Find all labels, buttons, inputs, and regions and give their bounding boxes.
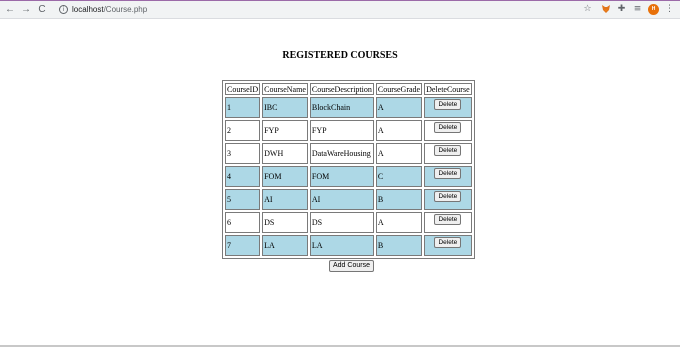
course-description-cell: DataWareHousing (309, 143, 374, 164)
browser-toolbar: ← → C i localhost/Course.php ☆ ✚ ≡ H ⋮ (0, 1, 680, 19)
course-description-cell: FOM (309, 166, 374, 187)
course-name-cell: DS (262, 212, 308, 233)
course-id-cell: 3 (225, 143, 261, 164)
page-title: REGISTERED COURSES (282, 50, 398, 61)
url-host: localhost (72, 5, 104, 14)
course-id-cell: 6 (225, 212, 261, 233)
reload-icon[interactable]: C (36, 3, 48, 16)
delete-cell: Delete (424, 212, 472, 233)
kebab-menu-icon[interactable]: ⋮ (664, 4, 675, 15)
course-grade-cell: A (375, 143, 423, 164)
course-name-cell: IBC (262, 97, 308, 118)
url-text: localhost/Course.php (72, 3, 147, 16)
column-header-course-grade: CourseGrade (375, 83, 423, 95)
table-header-row: CourseID CourseName CourseDescription Co… (225, 83, 472, 95)
profile-avatar[interactable]: H (648, 4, 659, 15)
column-header-course-description: CourseDescription (309, 83, 374, 95)
delete-cell: Delete (424, 143, 472, 164)
course-description-cell: BlockChain (309, 97, 374, 118)
bookmark-star-icon[interactable]: ☆ (582, 4, 593, 15)
course-grade-cell: A (375, 97, 423, 118)
table-row: 6 DS DS A Delete (225, 212, 472, 233)
delete-cell: Delete (424, 120, 472, 141)
course-grade-cell: A (375, 212, 423, 233)
course-grade-cell: C (375, 166, 423, 187)
course-description-cell: AI (309, 189, 374, 210)
delete-button[interactable]: Delete (434, 191, 462, 202)
course-name-cell: AI (262, 189, 308, 210)
back-arrow-icon[interactable]: ← (4, 3, 16, 16)
column-header-course-name: CourseName (262, 83, 308, 95)
delete-button[interactable]: Delete (434, 168, 462, 179)
url-path: /Course.php (103, 5, 148, 14)
table-row: 3 DWH DataWareHousing A Delete (225, 143, 472, 164)
column-header-delete-course: DeleteCourse (424, 83, 472, 95)
course-description-cell: DS (309, 212, 374, 233)
table-row: 4 FOM FOM C Delete (225, 166, 472, 187)
delete-button[interactable]: Delete (434, 99, 462, 110)
course-description-cell: FYP (309, 120, 374, 141)
course-description-cell: LA (309, 235, 374, 256)
delete-button[interactable]: Delete (434, 145, 462, 156)
course-grade-cell: A (375, 120, 423, 141)
course-name-cell: LA (262, 235, 308, 256)
delete-cell: Delete (424, 235, 472, 256)
delete-button[interactable]: Delete (434, 214, 462, 225)
course-id-cell: 1 (225, 97, 261, 118)
table-row: 1 IBC BlockChain A Delete (225, 97, 472, 118)
delete-button[interactable]: Delete (434, 237, 462, 248)
media-playlist-icon[interactable]: ≡ (632, 4, 643, 15)
forward-arrow-icon[interactable]: → (20, 3, 32, 16)
course-grade-cell: B (375, 235, 423, 256)
add-course-button[interactable]: Add Course (329, 260, 374, 272)
delete-cell: Delete (424, 189, 472, 210)
delete-cell: Delete (424, 97, 472, 118)
table-row: 5 AI AI B Delete (225, 189, 472, 210)
course-id-cell: 4 (225, 166, 261, 187)
table-row: 7 LA LA B Delete (225, 235, 472, 256)
course-id-cell: 2 (225, 120, 261, 141)
course-name-cell: DWH (262, 143, 308, 164)
course-name-cell: FYP (262, 120, 308, 141)
courses-table: CourseID CourseName CourseDescription Co… (222, 80, 475, 259)
address-bar[interactable]: i localhost/Course.php (54, 3, 588, 16)
delete-button[interactable]: Delete (434, 122, 462, 133)
info-icon[interactable]: i (59, 5, 68, 14)
course-id-cell: 7 (225, 235, 261, 256)
delete-cell: Delete (424, 166, 472, 187)
course-grade-cell: B (375, 189, 423, 210)
course-id-cell: 5 (225, 189, 261, 210)
metamask-fox-icon[interactable] (600, 4, 611, 15)
course-name-cell: FOM (262, 166, 308, 187)
table-row: 2 FYP FYP A Delete (225, 120, 472, 141)
column-header-course-id: CourseID (225, 83, 261, 95)
extensions-puzzle-icon[interactable]: ✚ (616, 4, 627, 15)
